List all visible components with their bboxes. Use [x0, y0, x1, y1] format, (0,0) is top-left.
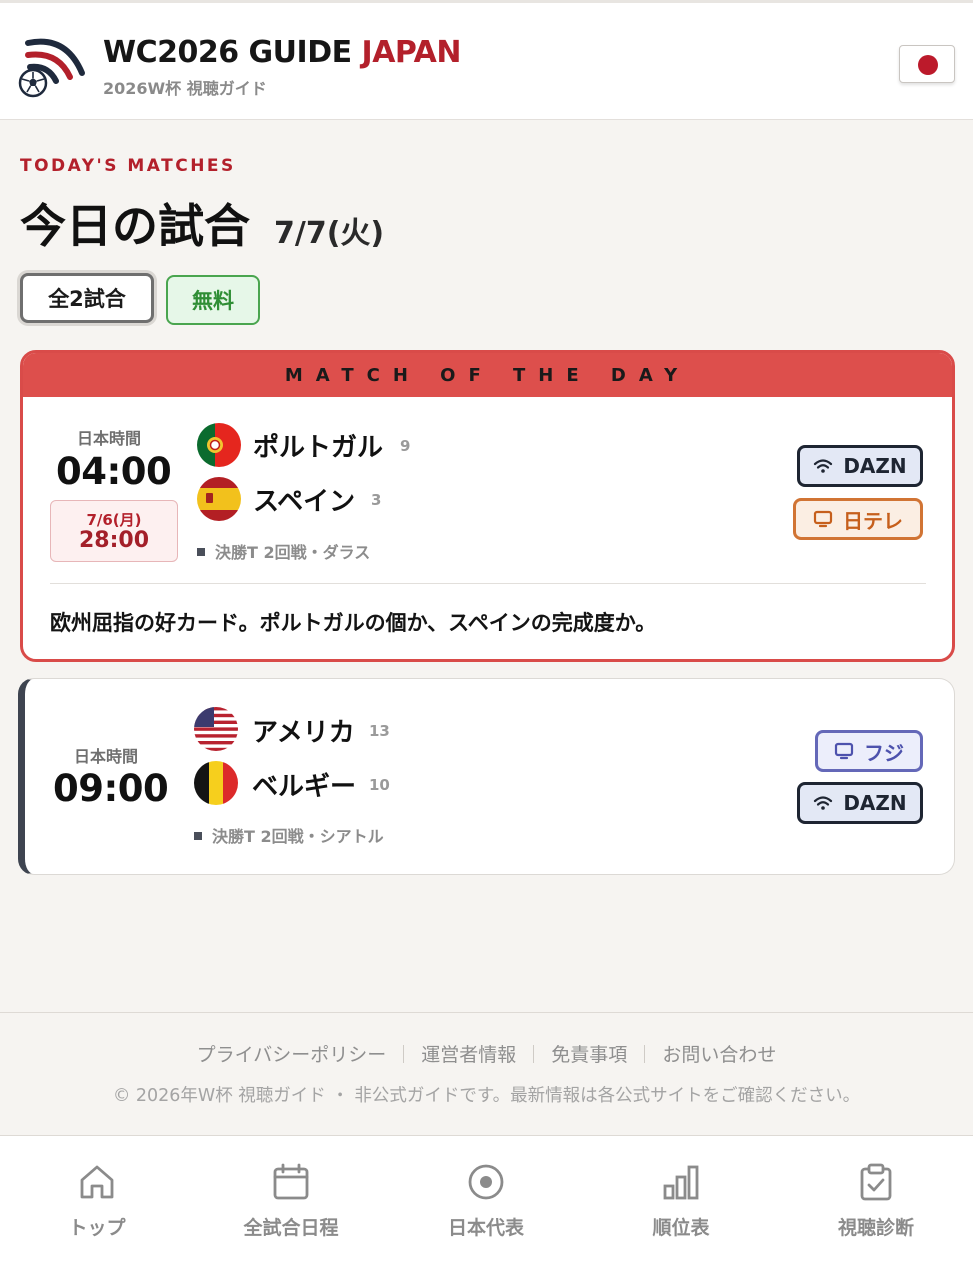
local-date: 7/6(月) [86, 511, 142, 529]
match-venue: 決勝T 2回戦・ダラス [197, 539, 370, 563]
footer-link-privacy[interactable]: プライバシーポリシー [197, 1040, 387, 1067]
section-eyebrow: TODAY'S MATCHES [20, 156, 236, 176]
jst-label: 日本時間 [77, 429, 142, 448]
away-team-rank: 10 [369, 776, 390, 794]
page-title: 今日の試合 [20, 199, 250, 253]
copyright-text: © 2026年W杯 視聴ガイド ・ 非公式ガイドです。最新情報は各公式サイトをご… [112, 1086, 861, 1106]
filter-all-chip[interactable]: 全2試合 [20, 273, 154, 323]
nav-item-standings[interactable]: 順位表 [584, 1136, 778, 1271]
target-icon [468, 1164, 504, 1200]
jst-label: 日本時間 [74, 747, 139, 766]
language-toggle-button[interactable] [899, 45, 955, 83]
wifi-icon [814, 796, 833, 810]
card-divider [50, 583, 926, 584]
footer-links: プライバシーポリシー 運営者情報 免責事項 お問い合わせ [0, 1040, 973, 1067]
footer-link-operator[interactable]: 運営者情報 [421, 1040, 516, 1067]
bottom-nav: トップ 全試合日程 日本代表 順位表 視聴診断 [0, 1135, 973, 1271]
page-date: 7/7(火) [274, 216, 385, 251]
wifi-icon [814, 459, 833, 473]
nav-item-top[interactable]: トップ [0, 1136, 194, 1271]
bullet-icon [197, 547, 205, 556]
bar-chart-icon [663, 1165, 699, 1200]
home-team-name: ポルトガル [253, 433, 384, 463]
footer-separator [644, 1044, 646, 1063]
portugal-flag-icon [197, 423, 241, 467]
local-time-box: 7/6(月) 28:00 [50, 500, 178, 562]
spain-flag-icon [197, 477, 241, 521]
local-time: 28:00 [78, 528, 150, 553]
featured-match-card[interactable]: MATCH OF THE DAY 日本時間 04:00 7/6(月) 28:00… [20, 350, 955, 662]
home-icon [80, 1165, 114, 1199]
home-team-rank: 9 [400, 437, 411, 455]
broadcaster-dazn-badge[interactable]: DAZN [797, 445, 923, 487]
home-team-rank: 13 [369, 722, 390, 740]
match-comment: 欧州屈指の好カード。ポルトガルの個か、スペインの完成度か。 [50, 611, 657, 635]
belgium-flag-icon [194, 761, 238, 805]
app-header: WC2026 GUIDE JAPAN 2026W杯 視聴ガイド [0, 0, 973, 120]
broadcaster-dazn-badge[interactable]: DAZN [797, 782, 923, 824]
broadcaster-fuji-badge[interactable]: フジ [815, 730, 923, 772]
footer-link-contact[interactable]: お問い合わせ [662, 1040, 776, 1067]
match-card[interactable]: 日本時間 09:00 アメリカ 13 ベルギー 10 決勝T 2回戦・シアトル … [18, 678, 955, 875]
footer-divider [0, 1012, 973, 1013]
brand-title[interactable]: WC2026 GUIDE JAPAN [103, 35, 462, 70]
filter-free-chip[interactable]: 無料 [166, 275, 260, 325]
footer-link-disclaimer[interactable]: 免責事項 [551, 1040, 627, 1067]
away-team-rank: 3 [371, 491, 382, 509]
broadcast-ball-logo-icon[interactable] [16, 29, 88, 101]
japan-flag-icon [918, 55, 938, 75]
nav-item-diagnosis[interactable]: 視聴診断 [779, 1136, 973, 1271]
calendar-icon [273, 1163, 309, 1200]
match-venue: 決勝T 2回戦・シアトル [194, 823, 384, 847]
tv-icon [834, 742, 854, 760]
home-team-name: アメリカ [252, 718, 355, 748]
nav-item-schedule[interactable]: 全試合日程 [194, 1136, 388, 1271]
broadcaster-ntv-badge[interactable]: 日テレ [793, 498, 923, 540]
clipboard-check-icon [860, 1163, 892, 1201]
brand-subtitle: 2026W杯 視聴ガイド [103, 79, 267, 98]
kickoff-time: 04:00 [56, 450, 172, 493]
away-team-name: スペイン [253, 487, 356, 517]
usa-flag-icon [194, 707, 238, 751]
kickoff-time: 09:00 [53, 767, 169, 810]
bullet-icon [194, 831, 202, 840]
tv-icon [813, 510, 833, 528]
away-team-name: ベルギー [252, 772, 357, 802]
nav-item-japan-team[interactable]: 日本代表 [389, 1136, 583, 1271]
footer-separator [403, 1044, 405, 1063]
match-of-the-day-banner: MATCH OF THE DAY [23, 353, 952, 397]
footer-separator [533, 1044, 535, 1063]
